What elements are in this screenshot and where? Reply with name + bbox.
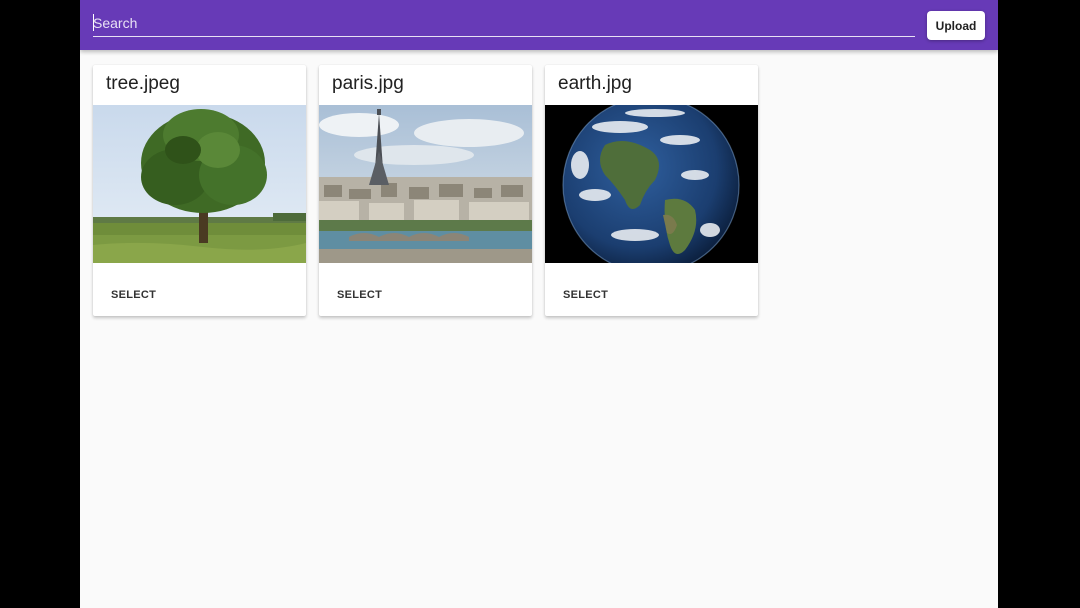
select-button[interactable]: SELECT	[553, 283, 618, 307]
image-card: earth.jpg SELECT	[545, 65, 758, 316]
card-title: earth.jpg	[558, 73, 632, 94]
image-card: tree.jpeg SELECT	[93, 65, 306, 316]
select-button[interactable]: SELECT	[327, 283, 392, 307]
upload-button[interactable]: Upload	[927, 11, 985, 40]
card-title: paris.jpg	[332, 73, 404, 94]
search-input[interactable]	[93, 11, 915, 35]
earth-photo	[545, 105, 758, 263]
paris-photo	[319, 105, 532, 263]
image-card: paris.jpg SELECT	[319, 65, 532, 316]
tree-photo	[93, 105, 306, 263]
top-toolbar: Upload	[80, 0, 998, 50]
select-button[interactable]: SELECT	[101, 283, 166, 307]
image-gallery-app: Upload tree.jpeg	[80, 0, 998, 608]
card-title: tree.jpeg	[106, 73, 180, 94]
search-field[interactable]	[93, 11, 915, 37]
text-caret	[93, 14, 94, 31]
